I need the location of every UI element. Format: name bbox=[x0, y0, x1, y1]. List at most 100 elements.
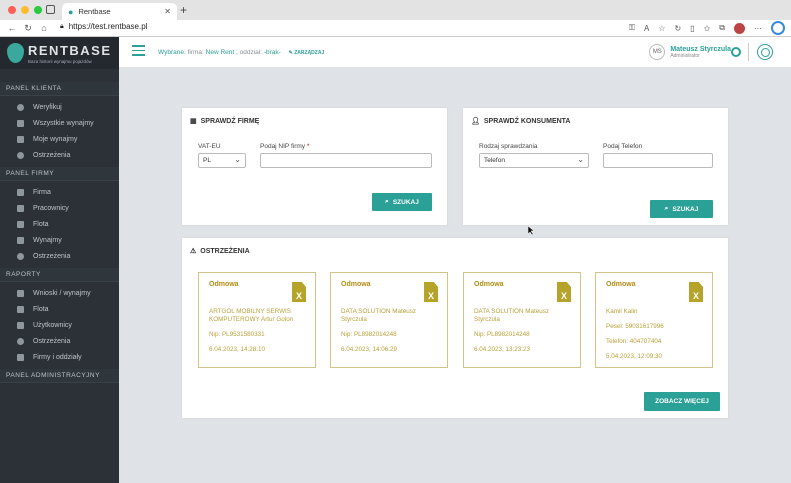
more-icon[interactable]: ⋯ bbox=[754, 24, 762, 33]
brand-tagline: Baza historii wynajmu pojazdów bbox=[28, 58, 92, 64]
nip-input[interactable] bbox=[260, 153, 432, 168]
key-icon[interactable]: ⚿ bbox=[629, 23, 635, 33]
minimize-window-button[interactable] bbox=[21, 6, 29, 14]
sidebar-item-label: Wynajmy bbox=[33, 236, 62, 244]
user-menu[interactable]: MS Mateusz Styrczula Administrator bbox=[649, 44, 731, 60]
clipboard-icon bbox=[17, 119, 24, 127]
user-role: Administrator bbox=[670, 52, 700, 59]
phone-input[interactable] bbox=[603, 153, 713, 168]
sidebar-item[interactable]: Flota bbox=[0, 216, 119, 232]
excel-file-icon[interactable]: X bbox=[557, 282, 571, 302]
logo[interactable]: RENTBASE Baza historii wynajmu pojazdów bbox=[0, 37, 119, 69]
favicon-icon: ● bbox=[68, 6, 74, 17]
excel-file-icon[interactable]: X bbox=[292, 282, 306, 302]
sidebar-item[interactable]: Ostrzeżenia bbox=[0, 248, 119, 264]
warning-card[interactable]: Odmowa X Kamil Kalin Pesel: 59031617996 Tele… bbox=[595, 272, 713, 368]
profile-avatar[interactable] bbox=[734, 22, 745, 34]
sidebar-item-label: Pracownicy bbox=[33, 204, 69, 212]
check-type-select[interactable]: Telefon bbox=[479, 153, 589, 168]
sidebar-item[interactable]: Użytkownicy bbox=[0, 317, 119, 333]
close-window-button[interactable] bbox=[8, 6, 16, 14]
check-type-label: Rodzaj sprawdzania bbox=[479, 143, 538, 150]
check-type-value: Telefon bbox=[484, 157, 505, 164]
logout-power-icon[interactable] bbox=[757, 44, 773, 60]
user-avatar: MS bbox=[649, 44, 666, 60]
phone-label: Podaj Telefon bbox=[603, 143, 643, 150]
warning-card[interactable]: Odmowa X ARTGOL MOBILNY SERWIS KOMPUTEROWY… bbox=[198, 272, 316, 368]
sidebar-item[interactable]: Moje wynajmy bbox=[0, 131, 119, 147]
sidebar-item-label: Moje wynajmy bbox=[33, 135, 78, 143]
check-consumer-card: 👤︎ SPRAWDŹ KONSUMENTA Rodzaj sprawdzania… bbox=[463, 108, 728, 225]
sidebar-item[interactable]: Wynajmy bbox=[0, 232, 119, 248]
tab-list-icon[interactable] bbox=[46, 5, 55, 14]
sidebar-item-label: Firma bbox=[33, 188, 51, 196]
sidebar-item[interactable]: Ostrzeżenia bbox=[0, 147, 119, 163]
home-icon[interactable]: ⌂ bbox=[38, 23, 50, 33]
reload-icon[interactable]: ↻ bbox=[22, 23, 34, 34]
sidebar-item[interactable]: Weryfikuj bbox=[0, 99, 119, 115]
clipboard-icon bbox=[17, 353, 24, 361]
read-aloud-icon[interactable]: A bbox=[644, 24, 649, 33]
manage-link[interactable]: ✎ ZARZĄDZAJ bbox=[289, 50, 325, 56]
sidebar: RENTBASE Baza historii wynajmu pojazdów … bbox=[0, 37, 119, 483]
tab-title: Rentbase bbox=[78, 7, 111, 16]
excel-file-icon[interactable]: X bbox=[424, 282, 438, 302]
clipboard-icon bbox=[17, 135, 24, 143]
sidebar-item[interactable]: Wszystkie wynajmy bbox=[0, 115, 119, 131]
menu-toggle-icon[interactable] bbox=[132, 45, 145, 59]
sidebar-item-label: Wnioski / wynajmy bbox=[33, 289, 91, 297]
warning-status: Odmowa bbox=[474, 281, 504, 288]
favorite-icon[interactable]: ☆ bbox=[658, 24, 665, 33]
sidebar-item[interactable]: Firmy i oddziały bbox=[0, 349, 119, 365]
browser-tab[interactable]: ● Rentbase ✕ bbox=[62, 3, 177, 20]
warning-detail: Nip: PL8982014248 bbox=[474, 331, 530, 338]
excel-file-icon[interactable]: X bbox=[689, 282, 703, 302]
sidebar-item[interactable]: Ostrzeżenia bbox=[0, 333, 119, 349]
warnings-card: ⚠ OSTRZEŻENIA Odmowa X ARTGOL MOBILNY SERW… bbox=[182, 238, 728, 418]
warning-detail: Pesel: 59031617996 bbox=[606, 323, 664, 330]
branch-label: , oddział: bbox=[236, 49, 263, 56]
vat-select[interactable]: PL bbox=[198, 153, 246, 168]
car-icon bbox=[17, 220, 24, 228]
search-icon: ⌕ bbox=[385, 198, 389, 205]
warning-detail: Nip: PL9531580331 bbox=[209, 331, 265, 338]
firm-value: New Rent bbox=[205, 49, 235, 56]
consumer-search-label: SZUKAJ bbox=[672, 205, 699, 213]
bell-icon bbox=[17, 337, 24, 345]
edge-copilot-icon[interactable] bbox=[771, 21, 785, 35]
address-bar-row: ← ↻ ⌂ 🔒︎ https://test.rentbase.pl ⚿ A ☆ … bbox=[0, 20, 791, 37]
url-field[interactable]: https://test.rentbase.pl bbox=[69, 22, 148, 31]
split-icon[interactable]: ▯ bbox=[690, 24, 694, 33]
favorites-icon[interactable]: ✩ bbox=[704, 24, 711, 33]
firm-label: firma: bbox=[187, 49, 204, 56]
collections-icon[interactable]: ⧉ bbox=[719, 23, 725, 33]
warning-status: Odmowa bbox=[209, 281, 239, 288]
search-icon bbox=[17, 103, 24, 111]
search-icon: ⌕ bbox=[664, 205, 669, 212]
sidebar-item[interactable]: Wnioski / wynajmy bbox=[0, 285, 119, 301]
refresh-icon[interactable]: ↻ bbox=[674, 24, 681, 33]
selection-info: Wybrane: firma: New Rent , oddział: -bra… bbox=[158, 49, 324, 56]
logo-mark-icon bbox=[7, 43, 24, 63]
sidebar-section-title: PANEL ADMINISTRACYJNY bbox=[0, 369, 119, 383]
vat-value: PL bbox=[203, 157, 211, 164]
close-tab-icon[interactable]: ✕ bbox=[164, 7, 171, 16]
browser-window: ● Rentbase ✕ + ← ↻ ⌂ 🔒︎ https://test.ren… bbox=[0, 0, 791, 483]
warning-status: Odmowa bbox=[606, 281, 636, 288]
sidebar-item[interactable]: Flota bbox=[0, 301, 119, 317]
settings-gear-icon[interactable] bbox=[731, 47, 741, 57]
new-tab-button[interactable]: + bbox=[180, 3, 187, 17]
selected-label: Wybrane: bbox=[158, 49, 186, 56]
consumer-search-button[interactable]: ⌕ SZUKAJ bbox=[650, 200, 713, 218]
warning-card[interactable]: Odmowa X DATA SOLUTION Mateusz Styrczula Ni… bbox=[463, 272, 581, 368]
warning-card[interactable]: Odmowa X DATA SOLUTION Mateusz Styrczula Ni… bbox=[330, 272, 448, 368]
sidebar-section-title: RAPORTY bbox=[0, 268, 119, 282]
maximize-window-button[interactable] bbox=[34, 6, 42, 14]
back-icon[interactable]: ← bbox=[6, 23, 18, 33]
firm-search-button[interactable]: ⌕ SZUKAJ bbox=[372, 193, 432, 211]
sidebar-item[interactable]: Firma bbox=[0, 184, 119, 200]
sidebar-item[interactable]: Pracownicy bbox=[0, 200, 119, 216]
brand-name: RENTBASE bbox=[28, 42, 112, 58]
see-more-button[interactable]: ZOBACZ WIĘCEJ bbox=[644, 392, 720, 411]
lock-icon: 🔒︎ bbox=[60, 22, 64, 30]
